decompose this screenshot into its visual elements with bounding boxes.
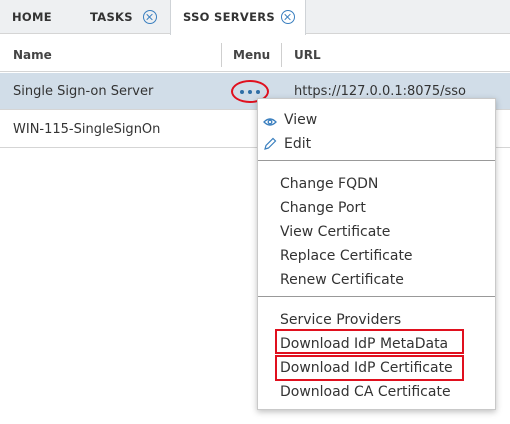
pencil-icon [263,136,277,155]
server-name-cell: WIN-115-SingleSignOn [13,122,161,137]
menu-item-change-fqdn[interactable]: Change FQDN [280,173,378,195]
close-tab-icon[interactable] [143,10,157,24]
close-tab-icon[interactable] [281,10,295,24]
menu-item-view-certificate[interactable]: View Certificate [280,221,390,243]
column-header-name[interactable]: Name [13,38,52,72]
tab-tasks[interactable]: TASKS [90,0,133,34]
menu-item-change-port[interactable]: Change Port [280,197,366,219]
menu-item-service-providers[interactable]: Service Providers [280,309,401,331]
server-name-cell: Single Sign-on Server [13,84,154,99]
menu-item-view[interactable]: View [284,109,317,131]
column-header-url[interactable]: URL [294,38,321,72]
eye-icon [263,112,277,131]
more-dot [240,90,244,94]
menu-item-download-ca-certificate[interactable]: Download CA Certificate [280,381,451,403]
menu-item-replace-certificate[interactable]: Replace Certificate [280,245,413,267]
menu-divider [258,296,495,297]
menu-item-renew-certificate[interactable]: Renew Certificate [280,269,404,291]
column-header-menu[interactable]: Menu [233,38,270,72]
more-dot [256,90,260,94]
menu-item-edit[interactable]: Edit [284,133,311,155]
grid-header: Name Menu URL [0,38,510,72]
menu-item-download-idp-metadata[interactable]: Download IdP MetaData [280,333,448,355]
column-separator[interactable] [281,43,282,67]
tab-sso-servers-label: SSO SERVERS [183,10,276,24]
column-separator[interactable] [221,43,222,67]
tab-home[interactable]: HOME [12,0,52,34]
tab-bar: HOME TASKS SSO SERVERS [0,0,510,35]
row-actions-dropdown: View Edit Change FQDN Change Port View C… [257,98,496,410]
more-dot [248,90,252,94]
menu-divider [258,160,495,161]
menu-item-download-idp-certificate[interactable]: Download IdP Certificate [280,357,453,379]
